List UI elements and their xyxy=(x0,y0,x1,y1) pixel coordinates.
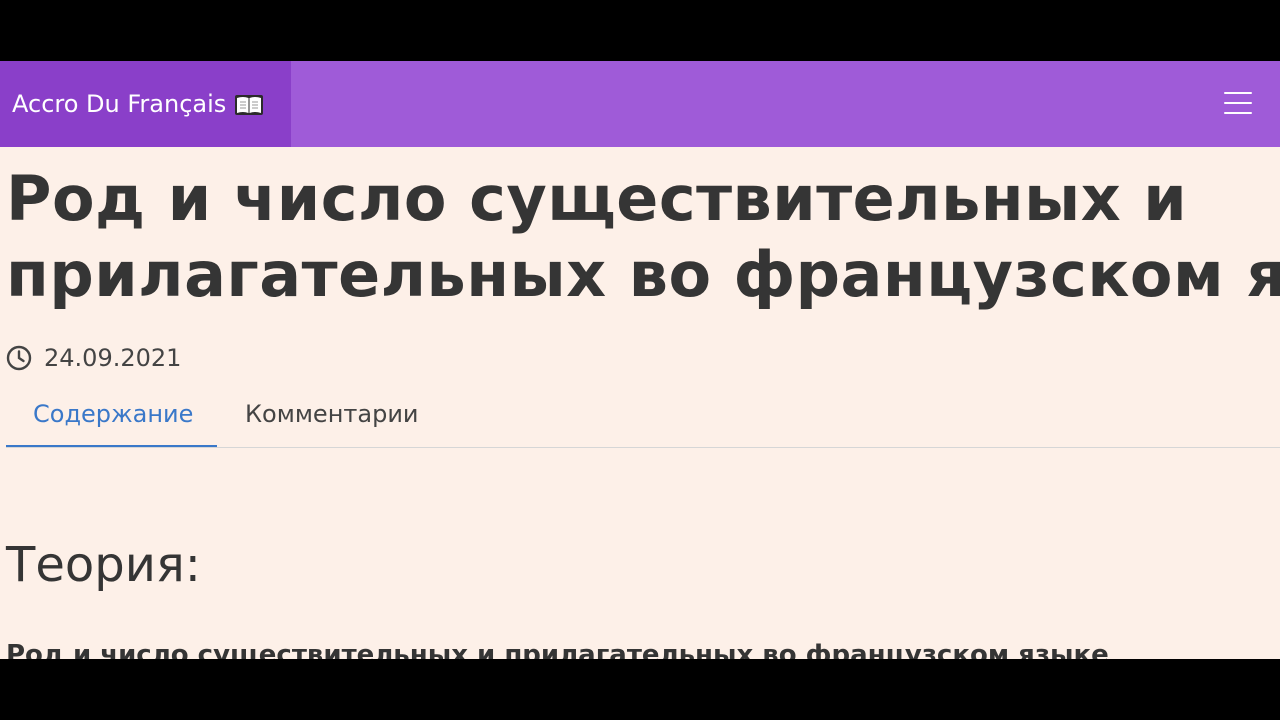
section-subheading: Род и число существительных и прилагател… xyxy=(6,640,1109,659)
date-text: 24.09.2021 xyxy=(44,344,182,372)
clock-icon xyxy=(6,345,32,371)
tab-comments[interactable]: Комментарии xyxy=(245,387,419,447)
letterbox-bottom xyxy=(0,659,1280,720)
article-date: 24.09.2021 xyxy=(6,343,181,373)
letterbox-top xyxy=(0,0,1280,61)
page-title-line-2: прилагательных во французском языке xyxy=(6,238,1280,311)
brand-text: Accro Du Français xyxy=(12,90,227,118)
open-book-icon xyxy=(234,65,264,115)
tab-bar: Содержание Комментарии xyxy=(6,387,1280,448)
hamburger-menu-icon[interactable] xyxy=(1224,92,1252,114)
page-title-line-1: Род и число существительных и xyxy=(6,162,1188,235)
section-heading: Теория: xyxy=(6,537,201,593)
tab-content-label: Содержание xyxy=(33,400,194,428)
tab-content[interactable]: Содержание xyxy=(6,387,217,447)
page-title: Род и число существительных и прилагател… xyxy=(6,161,1280,313)
navbar: Accro Du Français xyxy=(0,61,1280,147)
brand-link[interactable]: Accro Du Français xyxy=(0,61,291,147)
page-viewport: Accro Du Français Род и число существите… xyxy=(0,61,1280,659)
tab-comments-label: Комментарии xyxy=(245,400,419,428)
